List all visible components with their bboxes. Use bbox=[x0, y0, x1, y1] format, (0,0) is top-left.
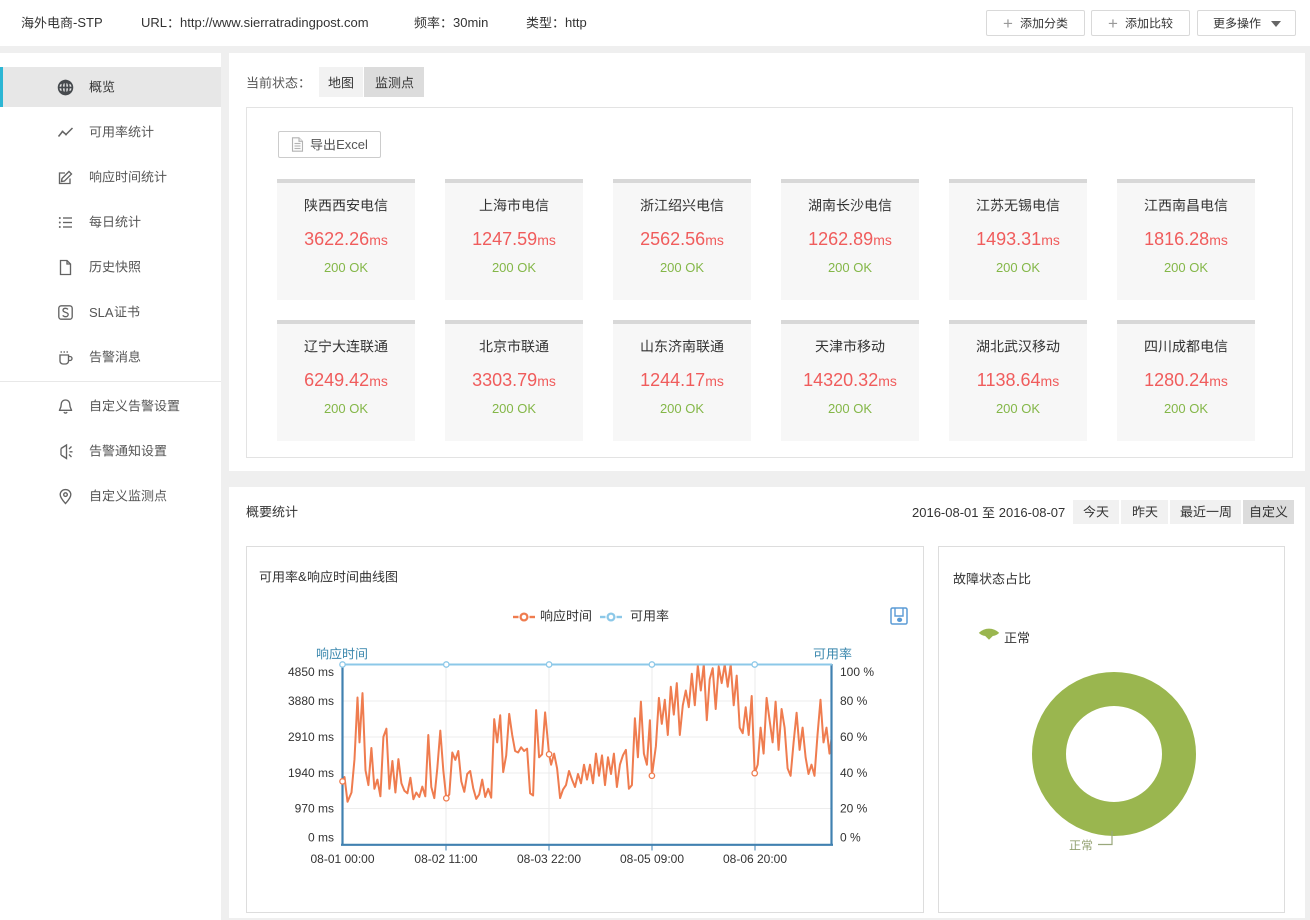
svg-text:0 ms: 0 ms bbox=[308, 831, 334, 845]
svg-text:4850 ms: 4850 ms bbox=[288, 665, 334, 679]
svg-text:08-01 00:00: 08-01 00:00 bbox=[310, 852, 374, 866]
svg-text:1940 ms: 1940 ms bbox=[288, 766, 334, 780]
svg-text:970 ms: 970 ms bbox=[295, 802, 334, 816]
svg-text:2910 ms: 2910 ms bbox=[288, 730, 334, 744]
svg-text:0 %: 0 % bbox=[840, 831, 861, 845]
svg-text:08-05 09:00: 08-05 09:00 bbox=[620, 852, 684, 866]
svg-text:20 %: 20 % bbox=[840, 802, 868, 816]
svg-text:80 %: 80 % bbox=[840, 694, 868, 708]
svg-text:08-06 20:00: 08-06 20:00 bbox=[723, 852, 787, 866]
svg-text:3880 ms: 3880 ms bbox=[288, 694, 334, 708]
svg-text:60 %: 60 % bbox=[840, 730, 868, 744]
svg-text:08-02 11:00: 08-02 11:00 bbox=[414, 852, 477, 866]
svg-text:08-03 22:00: 08-03 22:00 bbox=[517, 852, 581, 866]
svg-text:40 %: 40 % bbox=[840, 766, 868, 780]
svg-text:100 %: 100 % bbox=[840, 665, 874, 679]
